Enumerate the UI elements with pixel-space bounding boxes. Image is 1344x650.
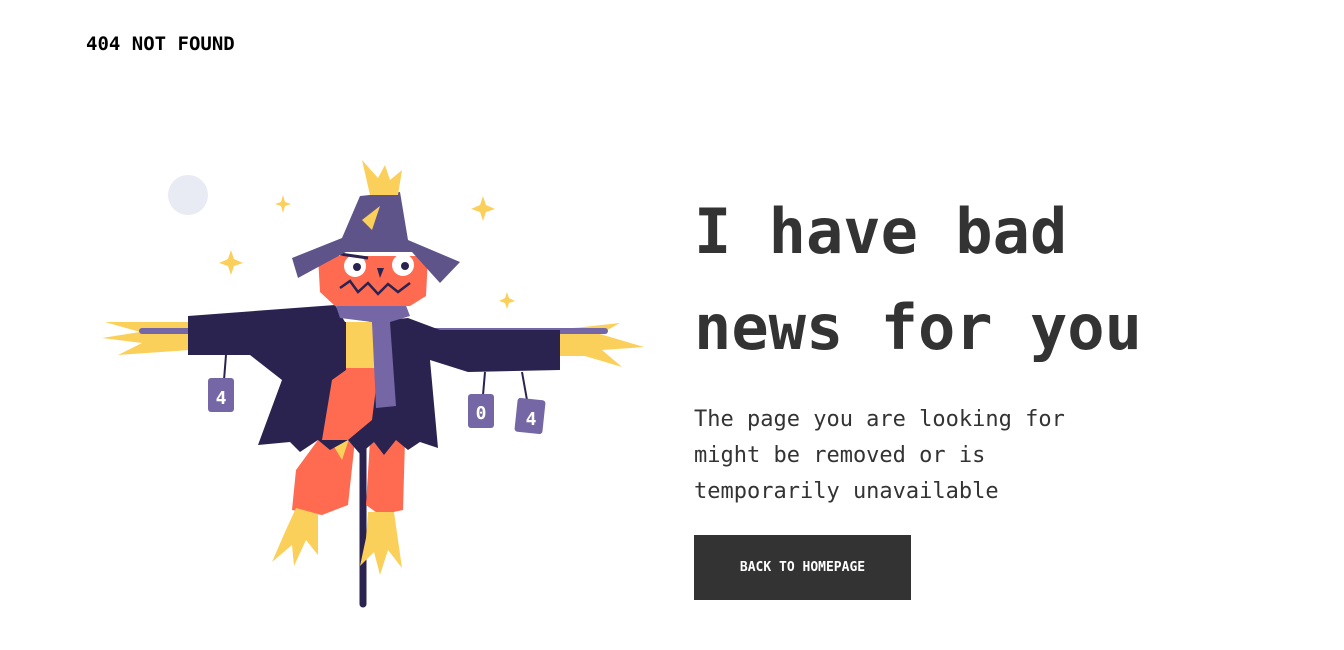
straw-left-hand xyxy=(102,322,190,355)
sparkle-shape xyxy=(471,196,495,221)
sparkle-shape xyxy=(499,292,515,309)
can-right-label: 4 xyxy=(526,409,537,430)
error-content: I have bad news for you The page you are… xyxy=(694,184,1254,510)
page-headline: I have bad news for you xyxy=(694,195,1142,364)
moon-shape xyxy=(168,175,208,215)
back-to-homepage-button[interactable]: BACK TO HOMEPAGE xyxy=(694,535,911,600)
straw-left-foot xyxy=(272,508,318,566)
sparkle-shape xyxy=(275,195,291,213)
left-leg-shape xyxy=(292,440,355,515)
site-logo-text[interactable]: 404 NOT FOUND xyxy=(86,33,235,55)
can-left-label: 4 xyxy=(216,388,227,409)
sparkle-shape xyxy=(219,250,243,275)
scarecrow-illustration: 4 0 4 xyxy=(102,160,644,608)
error-description: The page you are looking for might be re… xyxy=(694,407,1065,504)
can-middle-label: 0 xyxy=(476,403,487,424)
straw-hat-top xyxy=(362,160,402,195)
